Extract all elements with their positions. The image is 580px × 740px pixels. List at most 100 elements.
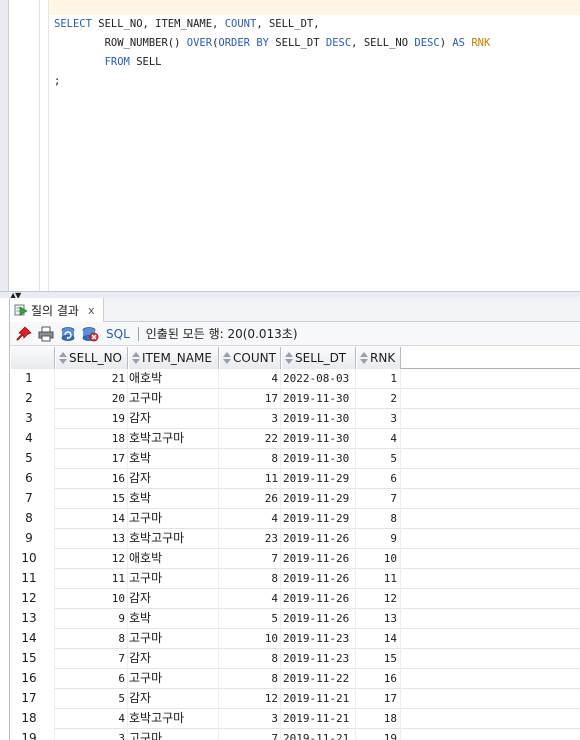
table-row[interactable]: 10 12 애호박 7 2019-11-26 10	[10, 549, 580, 569]
cell-item-name[interactable]: 감자	[128, 689, 219, 709]
cell-rnk[interactable]: 15	[356, 649, 401, 669]
cell-sell-dt[interactable]: 2019-11-26	[281, 529, 356, 549]
row-number-cell[interactable]: 17	[10, 689, 55, 709]
cell-sell-no[interactable]: 5	[55, 689, 128, 709]
cell-sell-dt[interactable]: 2022-08-03	[281, 369, 356, 389]
sql-code[interactable]: SELECT SELL_NO, ITEM_NAME, COUNT, SELL_D…	[54, 15, 490, 91]
code-line[interactable]: FROM SELL	[54, 53, 490, 72]
cell-sell-dt[interactable]: 2019-11-22	[281, 669, 356, 689]
cell-sell-no[interactable]: 13	[55, 529, 128, 549]
cell-rnk[interactable]: 19	[356, 729, 401, 740]
cell-sell-no[interactable]: 19	[55, 409, 128, 429]
cell-item-name[interactable]: 애호박	[128, 369, 219, 389]
cell-count[interactable]: 26	[219, 489, 281, 509]
cell-count[interactable]: 17	[219, 389, 281, 409]
table-row[interactable]: 18 4 호박고구마 3 2019-11-21 18	[10, 709, 580, 729]
cell-count[interactable]: 4	[219, 369, 281, 389]
cell-item-name[interactable]: 호박고구마	[128, 709, 219, 729]
cell-rnk[interactable]: 8	[356, 509, 401, 529]
row-number-cell[interactable]: 5	[10, 449, 55, 469]
row-number-cell[interactable]: 3	[10, 409, 55, 429]
cell-count[interactable]: 8	[219, 449, 281, 469]
cell-rnk[interactable]: 14	[356, 629, 401, 649]
cell-count[interactable]: 7	[219, 729, 281, 740]
table-row[interactable]: 9 13 호박고구마 23 2019-11-26 9	[10, 529, 580, 549]
tab-close-icon[interactable]: x	[88, 304, 95, 317]
table-row[interactable]: 8 14 고구마 4 2019-11-29 8	[10, 509, 580, 529]
table-row[interactable]: 5 17 호박 8 2019-11-30 5	[10, 449, 580, 469]
cell-sell-dt[interactable]: 2019-11-30	[281, 389, 356, 409]
cell-sell-no[interactable]: 3	[55, 729, 128, 740]
cell-rnk[interactable]: 4	[356, 429, 401, 449]
print-button[interactable]	[36, 324, 56, 344]
table-row[interactable]: 19 3 고구마 7 2019-11-21 19	[10, 729, 580, 740]
cell-sell-dt[interactable]: 2019-11-21	[281, 689, 356, 709]
cell-sell-dt[interactable]: 2019-11-30	[281, 409, 356, 429]
cell-item-name[interactable]: 고구마	[128, 729, 219, 740]
cell-sell-no[interactable]: 4	[55, 709, 128, 729]
sort-icon[interactable]	[360, 352, 368, 364]
cell-sell-no[interactable]: 16	[55, 469, 128, 489]
table-row[interactable]: 15 7 감자 8 2019-11-23 15	[10, 649, 580, 669]
cell-item-name[interactable]: 고구마	[128, 669, 219, 689]
cell-item-name[interactable]: 감자	[128, 469, 219, 489]
table-row[interactable]: 2 20 고구마 17 2019-11-30 2	[10, 389, 580, 409]
column-header-sell-no[interactable]: SELL_NO	[55, 347, 128, 369]
table-row[interactable]: 14 8 고구마 10 2019-11-23 14	[10, 629, 580, 649]
cancel-query-button[interactable]	[80, 324, 100, 344]
row-number-cell[interactable]: 15	[10, 649, 55, 669]
cell-item-name[interactable]: 감자	[128, 409, 219, 429]
sort-icon[interactable]	[132, 352, 140, 364]
cell-sell-dt[interactable]: 2019-11-29	[281, 489, 356, 509]
cell-sell-no[interactable]: 11	[55, 569, 128, 589]
table-row[interactable]: 6 16 감자 11 2019-11-29 6	[10, 469, 580, 489]
cell-sell-no[interactable]: 6	[55, 669, 128, 689]
sort-icon[interactable]	[223, 352, 231, 364]
cell-sell-dt[interactable]: 2019-11-29	[281, 509, 356, 529]
row-number-cell[interactable]: 1	[10, 369, 55, 389]
cell-item-name[interactable]: 고구마	[128, 389, 219, 409]
cell-count[interactable]: 3	[219, 709, 281, 729]
cell-rnk[interactable]: 5	[356, 449, 401, 469]
row-number-cell[interactable]: 4	[10, 429, 55, 449]
table-row[interactable]: 3 19 감자 3 2019-11-30 3	[10, 409, 580, 429]
cell-rnk[interactable]: 3	[356, 409, 401, 429]
cell-rnk[interactable]: 7	[356, 489, 401, 509]
column-header-rnk[interactable]: RNK	[356, 347, 401, 369]
cell-count[interactable]: 8	[219, 649, 281, 669]
table-row[interactable]: 12 10 감자 4 2019-11-26 12	[10, 589, 580, 609]
code-line[interactable]: SELECT SELL_NO, ITEM_NAME, COUNT, SELL_D…	[54, 15, 490, 34]
cell-sell-dt[interactable]: 2019-11-29	[281, 469, 356, 489]
cell-sell-dt[interactable]: 2019-11-21	[281, 709, 356, 729]
table-row[interactable]: 11 11 고구마 8 2019-11-26 11	[10, 569, 580, 589]
cell-rnk[interactable]: 13	[356, 609, 401, 629]
cell-rnk[interactable]: 2	[356, 389, 401, 409]
sql-editor[interactable]: SELECT SELL_NO, ITEM_NAME, COUNT, SELL_D…	[0, 0, 580, 291]
cell-item-name[interactable]: 애호박	[128, 549, 219, 569]
cell-count[interactable]: 7	[219, 549, 281, 569]
cell-rnk[interactable]: 17	[356, 689, 401, 709]
pin-button[interactable]	[14, 324, 34, 344]
cell-item-name[interactable]: 호박고구마	[128, 529, 219, 549]
cell-count[interactable]: 10	[219, 629, 281, 649]
cell-rnk[interactable]: 9	[356, 529, 401, 549]
row-number-cell[interactable]: 6	[10, 469, 55, 489]
cell-count[interactable]: 5	[219, 609, 281, 629]
column-header-count[interactable]: COUNT	[219, 347, 281, 369]
row-number-cell[interactable]: 13	[10, 609, 55, 629]
cell-item-name[interactable]: 호박고구마	[128, 429, 219, 449]
cell-item-name[interactable]: 호박	[128, 489, 219, 509]
table-row[interactable]: 7 15 호박 26 2019-11-29 7	[10, 489, 580, 509]
cell-sell-dt[interactable]: 2019-11-26	[281, 609, 356, 629]
cell-sell-dt[interactable]: 2019-11-21	[281, 729, 356, 740]
sort-icon[interactable]	[285, 352, 293, 364]
cell-sell-dt[interactable]: 2019-11-30	[281, 449, 356, 469]
cell-count[interactable]: 12	[219, 689, 281, 709]
cell-item-name[interactable]: 감자	[128, 589, 219, 609]
cell-item-name[interactable]: 호박	[128, 609, 219, 629]
row-number-cell[interactable]: 14	[10, 629, 55, 649]
cell-sell-no[interactable]: 10	[55, 589, 128, 609]
cell-sell-no[interactable]: 8	[55, 629, 128, 649]
table-row[interactable]: 4 18 호박고구마 22 2019-11-30 4	[10, 429, 580, 449]
cell-sell-dt[interactable]: 2019-11-26	[281, 569, 356, 589]
